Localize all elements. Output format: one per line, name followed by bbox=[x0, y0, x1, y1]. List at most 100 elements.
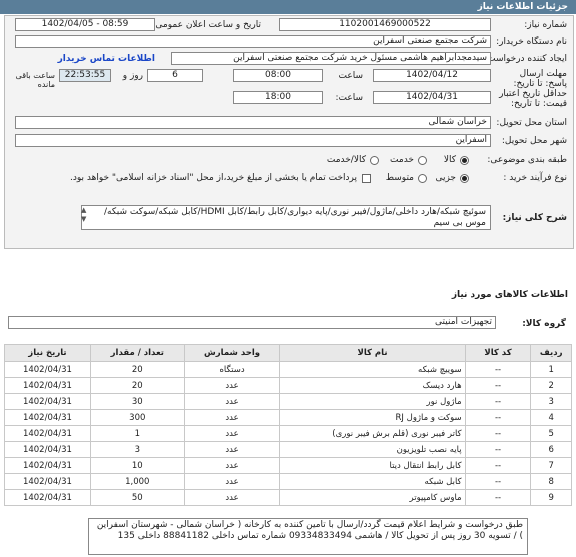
table-row[interactable]: 5 -- کاتر فیبر نوری (قلم برش فیبر نوری) عدد… bbox=[4, 425, 572, 442]
cell-unit: عدد bbox=[183, 393, 281, 410]
cell-qty: 1 bbox=[89, 425, 185, 442]
validity-time-label: ساعت: bbox=[335, 93, 363, 103]
announce-datetime-field[interactable]: 1402/04/05 - 08:59 bbox=[15, 18, 155, 31]
cell-code: -- bbox=[464, 473, 532, 490]
goods-section-title: اطلاعات کالاهای مورد نیاز bbox=[451, 290, 568, 300]
summary-field[interactable]: سوئیچ شبکه/هارد داخلی/ماژول/فیبر نوری/پا… bbox=[81, 205, 491, 230]
buyer-field[interactable]: شرکت مجتمع صنعتی اسفراین bbox=[15, 35, 491, 48]
city-label: شهر محل تحویل: bbox=[501, 136, 567, 146]
group-field[interactable]: تجهیزات امنیتی bbox=[8, 316, 496, 329]
buyer-notes: طبق درخواست و شرایط اعلام قیمت گردد/ارسا… bbox=[88, 518, 528, 555]
cell-name: کابل رابط انتقال دیتا bbox=[279, 457, 466, 474]
cell-row-number: 1 bbox=[530, 361, 572, 378]
cell-date: 1402/04/31 bbox=[4, 441, 91, 458]
cell-qty: 20 bbox=[89, 377, 185, 394]
cell-date: 1402/04/31 bbox=[4, 409, 91, 426]
goods-table: ردیف کد کالا نام کالا واحد شمارش تعداد /… bbox=[4, 344, 572, 506]
province-label: استان محل تحویل: bbox=[496, 118, 567, 128]
category-radio-service[interactable] bbox=[418, 156, 427, 165]
city-field[interactable]: اسفراین bbox=[15, 134, 491, 147]
cell-date: 1402/04/31 bbox=[4, 457, 91, 474]
cell-code: -- bbox=[464, 425, 532, 442]
days-label: روز و bbox=[122, 71, 143, 81]
cell-name: کاتر فیبر نوری (قلم برش فیبر نوری) bbox=[279, 425, 466, 442]
need-number-field[interactable]: 1102001469000522 bbox=[279, 18, 491, 31]
cell-qty: 3 bbox=[89, 441, 185, 458]
cell-unit: عدد bbox=[183, 377, 281, 394]
province-field[interactable]: خراسان شمالی bbox=[15, 116, 491, 129]
buyer-label: نام دستگاه خریدار: bbox=[496, 37, 567, 47]
days-remaining-field[interactable]: 6 bbox=[147, 69, 203, 82]
deadline-time-label: ساعت bbox=[338, 71, 364, 81]
resize-down-icon: ▼ bbox=[81, 215, 87, 223]
validity-date-field[interactable]: 1402/04/31 bbox=[373, 91, 491, 104]
table-row[interactable]: 4 -- سوکت و ماژول RJ عدد 300 1402/04/31 bbox=[4, 409, 572, 426]
cell-code: -- bbox=[464, 409, 532, 426]
page-header: جزئیات اطلاعات نیاز bbox=[0, 0, 576, 14]
category-radio-goods[interactable] bbox=[460, 156, 469, 165]
cell-unit: عدد bbox=[183, 457, 281, 474]
cell-name: ماوس کامپیوتر bbox=[279, 489, 466, 506]
buyer-notes-text: طبق درخواست و شرایط اعلام قیمت گردد/ارسا… bbox=[96, 520, 523, 541]
cell-unit: عدد bbox=[183, 409, 281, 426]
cell-qty: 1,000 bbox=[89, 473, 185, 490]
table-row[interactable]: 8 -- کابل شبکه عدد 1,000 1402/04/31 bbox=[4, 473, 572, 490]
cell-date: 1402/04/31 bbox=[4, 473, 91, 490]
summary-label: شرح کلی نیاز: bbox=[502, 213, 567, 223]
page-title: جزئیات اطلاعات نیاز bbox=[477, 2, 568, 12]
table-row[interactable]: 3 -- ماژول نور عدد 30 1402/04/31 bbox=[4, 393, 572, 410]
deadline-time-field[interactable]: 08:00 bbox=[233, 69, 323, 82]
col-header-row: ردیف bbox=[530, 344, 572, 362]
announce-label: تاریخ و ساعت اعلان عمومی: bbox=[152, 20, 261, 30]
buyer-contact-link[interactable]: اطلاعات تماس خریدار bbox=[58, 54, 155, 64]
treasury-payment-checkbox[interactable] bbox=[362, 174, 371, 183]
table-row[interactable]: 1 -- سوییچ شبکه دستگاه 20 1402/04/31 bbox=[4, 361, 572, 378]
cell-row-number: 6 bbox=[530, 441, 572, 458]
cell-name: کابل شبکه bbox=[279, 473, 466, 490]
creator-label: ایجاد کننده درخواست: bbox=[484, 54, 567, 64]
cell-name: ماژول نور bbox=[279, 393, 466, 410]
cell-name: هارد دیسک bbox=[279, 377, 466, 394]
cell-unit: عدد bbox=[183, 441, 281, 458]
cell-date: 1402/04/31 bbox=[4, 361, 91, 378]
deadline-date-field[interactable]: 1402/04/12 bbox=[373, 69, 491, 82]
cell-date: 1402/04/31 bbox=[4, 393, 91, 410]
table-row[interactable]: 7 -- کابل رابط انتقال دیتا عدد 10 1402/04/31 bbox=[4, 457, 572, 474]
cell-row-number: 2 bbox=[530, 377, 572, 394]
cell-name: سوکت و ماژول RJ bbox=[279, 409, 466, 426]
validity-time-field[interactable]: 18:00 bbox=[233, 91, 323, 104]
cell-name: پایه نصب تلویزیون bbox=[279, 441, 466, 458]
cell-row-number: 3 bbox=[530, 393, 572, 410]
col-header-unit: واحد شمارش bbox=[183, 344, 281, 362]
cell-code: -- bbox=[464, 377, 532, 394]
cell-code: -- bbox=[464, 361, 532, 378]
cell-qty: 30 bbox=[89, 393, 185, 410]
cell-qty: 300 bbox=[89, 409, 185, 426]
cell-code: -- bbox=[464, 393, 532, 410]
summary-text: سوئیچ شبکه/هارد داخلی/ماژول/فیبر نوری/پا… bbox=[103, 207, 486, 228]
need-details-panel: شماره نیاز: 1102001469000522 تاریخ و ساع… bbox=[4, 15, 574, 249]
table-row[interactable]: 2 -- هارد دیسک عدد 20 1402/04/31 bbox=[4, 377, 572, 394]
resize-up-icon: ▲ bbox=[81, 206, 87, 214]
group-label: گروه کالا: bbox=[522, 319, 566, 329]
remaining-label: ساعت باقی مانده bbox=[15, 71, 55, 89]
category-radio-both[interactable] bbox=[370, 156, 379, 165]
table-header-row: ردیف کد کالا نام کالا واحد شمارش تعداد /… bbox=[4, 344, 572, 362]
cell-row-number: 4 bbox=[530, 409, 572, 426]
process-radio-medium[interactable] bbox=[418, 174, 427, 183]
cell-code: -- bbox=[464, 457, 532, 474]
process-option-medium: متوسط bbox=[385, 173, 414, 183]
table-row[interactable]: 6 -- پایه نصب تلویزیون عدد 3 1402/04/31 bbox=[4, 441, 572, 458]
col-header-name: نام کالا bbox=[279, 344, 466, 362]
cell-row-number: 5 bbox=[530, 425, 572, 442]
cell-date: 1402/04/31 bbox=[4, 489, 91, 506]
table-row[interactable]: 9 -- ماوس کامپیوتر عدد 50 1402/04/31 bbox=[4, 489, 572, 506]
cell-date: 1402/04/31 bbox=[4, 377, 91, 394]
process-radio-minor[interactable] bbox=[460, 174, 469, 183]
cell-unit: دستگاه bbox=[183, 361, 281, 378]
cell-name: سوییچ شبکه bbox=[279, 361, 466, 378]
col-header-date: تاریخ نیاز bbox=[4, 344, 91, 362]
need-number-label: شماره نیاز: bbox=[524, 20, 567, 30]
category-option-goods: کالا bbox=[443, 155, 456, 165]
creator-field[interactable]: سیدمجدابراهیم هاشمی مسئول خرید شرکت مجتم… bbox=[171, 52, 491, 65]
